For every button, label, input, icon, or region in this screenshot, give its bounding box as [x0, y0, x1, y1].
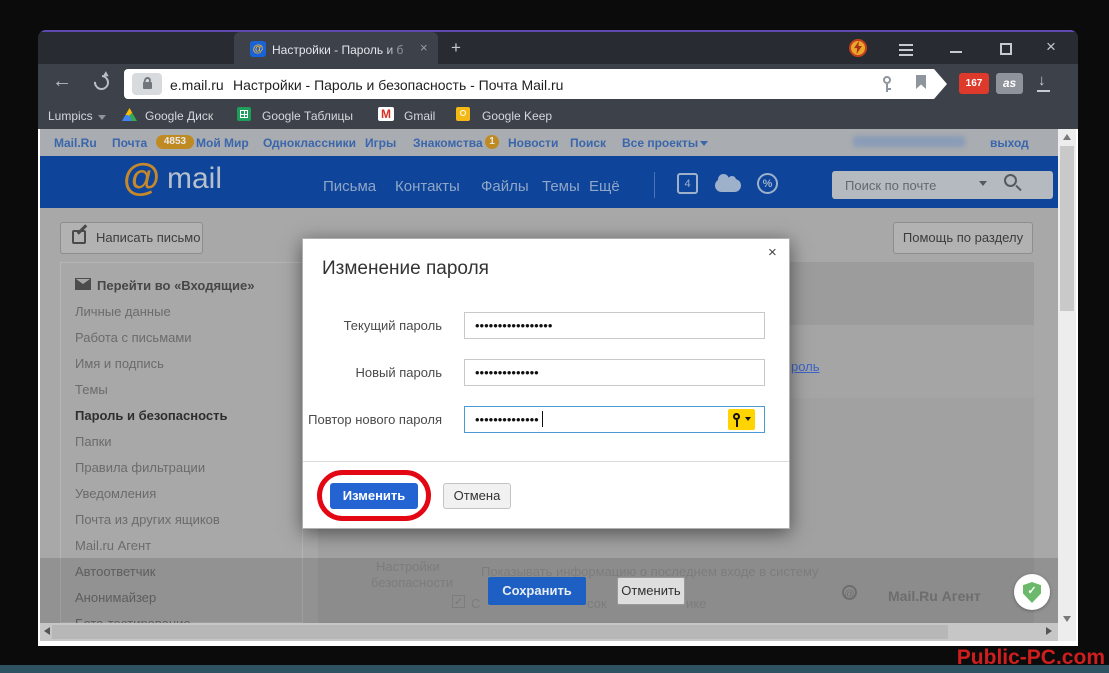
nav-link-igry[interactable]: Игры [365, 136, 396, 150]
compose-label: Написать письмо [96, 230, 200, 245]
address-bar-point [934, 69, 947, 99]
tab-bar [38, 32, 1078, 64]
tab-temy[interactable]: Темы [542, 178, 580, 195]
nav-link-poisk[interactable]: Поиск [570, 136, 606, 150]
tab-esche[interactable]: Ещё [589, 178, 620, 195]
sidebar-item-themes[interactable]: Темы [75, 382, 108, 397]
password-key-icon [733, 413, 740, 420]
key-tooth [886, 88, 891, 90]
modal-close-icon[interactable]: × [768, 244, 777, 261]
tab-kontakty[interactable]: Контакты [395, 178, 460, 195]
menu-icon[interactable] [899, 44, 913, 46]
annotation-highlight [317, 470, 431, 521]
tab-favicon: @ [250, 41, 266, 57]
horizontal-scroll-thumb[interactable] [52, 625, 948, 639]
mail-logo-at[interactable]: @ [123, 157, 160, 200]
page-border-right [1076, 129, 1078, 646]
inbox-icon-flap [76, 279, 90, 284]
maximize-button[interactable] [1000, 43, 1012, 55]
cancel-button[interactable]: Отменить [617, 577, 685, 605]
nav-link-mailru[interactable]: Mail.Ru [54, 136, 97, 150]
lastfm-extension-icon[interactable]: as [996, 73, 1023, 94]
scroll-left-icon[interactable] [44, 627, 50, 635]
new-password-input[interactable]: •••••••••••••• [464, 359, 765, 386]
current-password-input[interactable]: ••••••••••••••••• [464, 312, 765, 339]
text-cursor [542, 411, 543, 427]
scroll-down-icon[interactable] [1063, 616, 1071, 622]
bookmark-sheets[interactable]: Google Таблицы [262, 109, 353, 123]
minimize-button[interactable] [950, 51, 962, 53]
tab-pisma[interactable]: Письма [323, 178, 376, 195]
repeat-password-label: Повтор нового пароля [302, 412, 442, 427]
calendar-icon[interactable]: 4 [677, 173, 698, 194]
znakomstva-badge: 1 [485, 135, 499, 149]
help-button[interactable]: Помощь по разделу [893, 222, 1033, 254]
repeat-password-input[interactable]: •••••••••••••• [464, 406, 765, 433]
sidebar-item-password[interactable]: Пароль и безопасность [75, 408, 227, 423]
sidebar-item-personal[interactable]: Личные данные [75, 304, 171, 319]
tab-title-fade [384, 43, 416, 59]
password-key-chevron [745, 417, 751, 421]
nav-link-odnoklassniki[interactable]: Одноклассники [263, 136, 356, 150]
keep-bulb [460, 110, 466, 116]
nav-link-moymir[interactable]: Мой Мир [196, 136, 249, 150]
tab-close-icon[interactable]: × [420, 40, 428, 55]
window-close-button[interactable]: × [1046, 37, 1056, 57]
gmail-icon: M [378, 107, 394, 121]
cloud-icon[interactable] [715, 179, 741, 192]
search-dropdown-icon[interactable] [979, 181, 987, 186]
sidebar-item-other-mail[interactable]: Почта из других ящиков [75, 512, 220, 527]
bookmark-drive[interactable]: Google Диск [145, 109, 213, 123]
user-email-blurred [853, 136, 965, 147]
nav-link-vse-proekty[interactable]: Все проекты [622, 136, 698, 150]
sheets-grid [240, 110, 248, 118]
bookmark-folder-lumpics[interactable]: Lumpics [48, 109, 93, 123]
modal-title: Изменение пароля [322, 258, 489, 280]
pochta-badge: 4853 [156, 135, 194, 149]
back-icon[interactable]: ← [52, 70, 72, 93]
chevron-down-icon [98, 115, 106, 120]
download-underline [1037, 90, 1050, 92]
scroll-right-icon[interactable] [1046, 627, 1052, 635]
logout-link[interactable]: выход [990, 136, 1029, 150]
bookmark-gmail[interactable]: Gmail [404, 109, 435, 123]
sidebar-item-folders[interactable]: Папки [75, 434, 112, 449]
url-page-title: Настройки - Пароль и безопасность - Почт… [233, 77, 563, 93]
sidebar-item-letters[interactable]: Работа с письмами [75, 330, 192, 345]
modal-cancel-button[interactable]: Отмена [443, 483, 511, 509]
vertical-scroll-thumb[interactable] [1060, 146, 1074, 311]
save-button[interactable]: Сохранить [488, 577, 586, 605]
search-placeholder: Поиск по почте [845, 178, 936, 193]
url-domain[interactable]: e.mail.ru [170, 77, 224, 93]
key-icon[interactable] [883, 76, 891, 84]
bookmark-keep[interactable]: Google Keep [482, 109, 552, 123]
password-key-stem [736, 420, 738, 427]
change-password-link[interactable]: роль [791, 359, 820, 374]
download-icon[interactable]: ↓ [1038, 72, 1046, 89]
new-tab-button[interactable]: + [451, 38, 461, 58]
sidebar-item-notifications[interactable]: Уведомления [75, 486, 156, 501]
header-divider [654, 172, 655, 198]
chevron-down-icon [700, 141, 708, 146]
watermark: Public-PC.com [900, 646, 1105, 670]
discount-icon[interactable]: % [757, 173, 778, 194]
sidebar-item-agent[interactable]: Mail.ru Агент [75, 538, 151, 553]
mail-logo-text[interactable]: mail [167, 162, 222, 196]
sidebar-item-filters[interactable]: Правила фильтрации [75, 460, 205, 475]
mail-extension-icon[interactable]: 167 [959, 73, 989, 94]
scroll-up-icon[interactable] [1063, 134, 1071, 140]
sidebar-item-inbox[interactable]: Перейти во «Входящие» [97, 278, 254, 293]
new-password-label: Новый пароль [302, 365, 442, 380]
modal-divider [303, 461, 789, 462]
nav-link-pochta[interactable]: Почта [112, 136, 147, 150]
current-password-label: Текущий пароль [302, 318, 442, 333]
sidebar-item-signature[interactable]: Имя и подпись [75, 356, 164, 371]
tab-fayly[interactable]: Файлы [481, 178, 529, 195]
nav-link-novosti[interactable]: Новости [508, 136, 558, 150]
nav-link-znakomstva[interactable]: Знакомства [413, 136, 483, 150]
